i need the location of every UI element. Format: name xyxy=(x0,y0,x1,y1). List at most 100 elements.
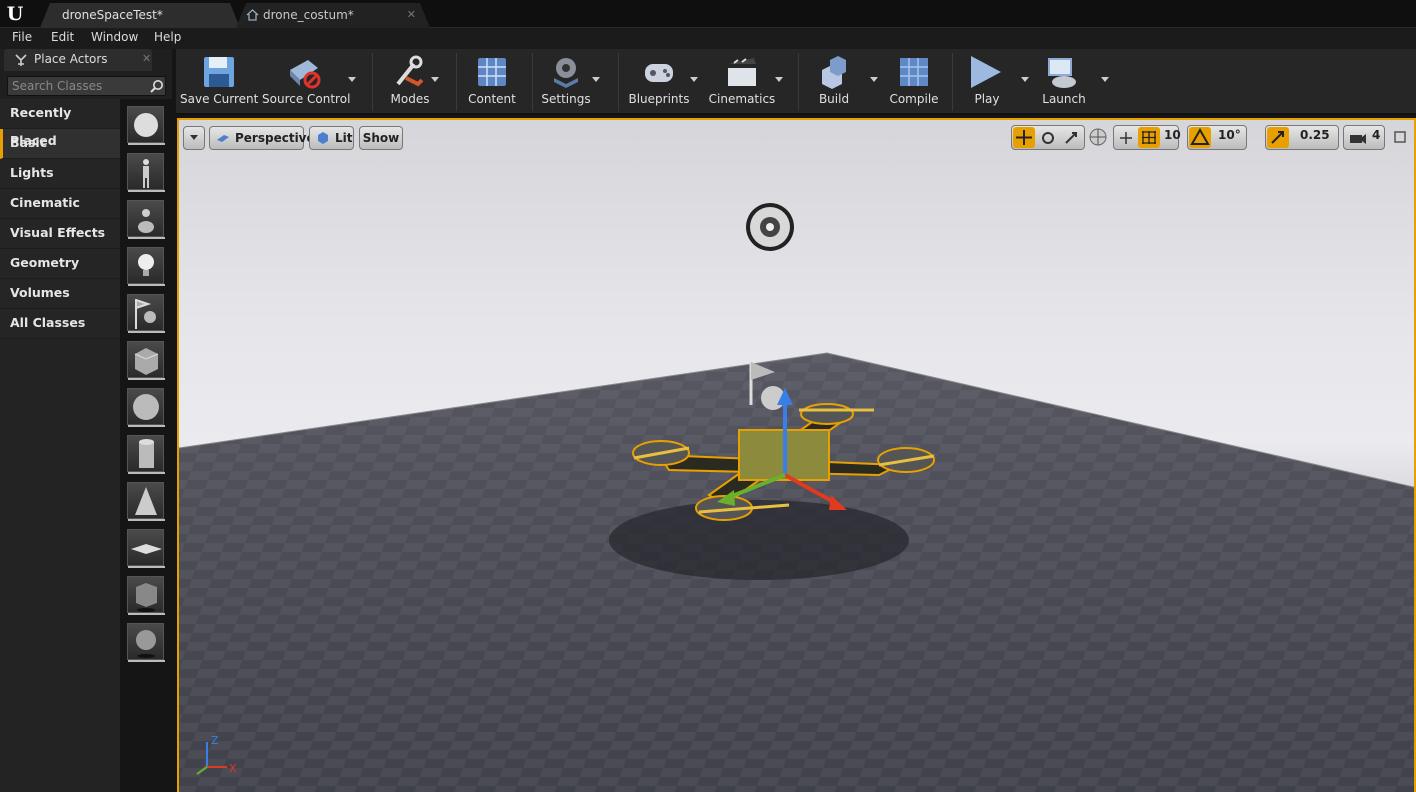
toolbar-separator xyxy=(456,53,457,111)
toolbar-separator xyxy=(372,53,373,111)
category-all-classes[interactable]: All Classes xyxy=(0,309,120,339)
close-icon[interactable]: ✕ xyxy=(407,3,416,27)
sphere-icon[interactable] xyxy=(127,388,165,427)
source-control-button[interactable]: Source Control xyxy=(262,49,350,113)
launch-button[interactable]: Launch xyxy=(1038,49,1090,113)
unreal-editor-window: U droneSpaceTest* drone_costum* ✕ File E… xyxy=(0,0,1416,792)
menu-window[interactable]: Window xyxy=(91,30,138,44)
tab-drone-costum[interactable]: drone_costum* ✕ xyxy=(236,3,430,28)
player-start-icon[interactable] xyxy=(127,294,165,333)
close-icon[interactable]: ✕ xyxy=(142,52,151,65)
save-current-button[interactable]: Save Current xyxy=(180,49,258,113)
actor-thumbnail-column xyxy=(120,99,172,792)
cone-icon[interactable] xyxy=(127,482,165,521)
search-icon[interactable] xyxy=(149,79,164,94)
chevron-down-icon[interactable] xyxy=(592,77,600,83)
cinematics-button[interactable]: Cinematics xyxy=(706,49,778,113)
point-light-icon[interactable] xyxy=(127,247,165,286)
perspective-icon xyxy=(217,135,229,142)
build-icon xyxy=(822,56,846,89)
box-trigger-icon[interactable] xyxy=(127,576,165,615)
main-toolbar: Save Current Source Control Modes Conten… xyxy=(176,49,1416,115)
camera-speed-value[interactable]: 4 xyxy=(1372,128,1380,142)
toolbar-separator xyxy=(618,53,619,111)
compile-icon xyxy=(900,58,928,86)
scale-snap-icon[interactable] xyxy=(1267,127,1289,148)
perspective-button[interactable]: Perspective xyxy=(209,126,315,150)
content-button[interactable]: Content xyxy=(464,49,520,113)
category-volumes[interactable]: Volumes xyxy=(0,279,120,309)
cylinder-icon[interactable] xyxy=(127,435,165,474)
show-button[interactable]: Show xyxy=(359,126,403,150)
category-recently-placed[interactable]: Recently Placed xyxy=(0,99,120,148)
axis-z-label: Z xyxy=(211,734,219,747)
clapperboard-icon xyxy=(728,58,756,86)
launch-icon xyxy=(1048,58,1076,88)
tab-label: drone_costum* xyxy=(263,8,354,22)
save-icon xyxy=(204,57,234,87)
category-lights[interactable]: Lights xyxy=(0,159,120,189)
chevron-down-icon[interactable] xyxy=(431,77,439,83)
lit-cube-icon xyxy=(318,132,328,144)
play-button[interactable]: Play xyxy=(960,49,1014,113)
grid-snap-icon[interactable] xyxy=(1138,127,1160,148)
cube-icon[interactable] xyxy=(127,341,165,380)
chevron-down-icon[interactable] xyxy=(690,77,698,83)
chevron-down-icon xyxy=(190,135,198,140)
scale-mode-icon[interactable] xyxy=(1063,130,1079,146)
chevron-down-icon[interactable] xyxy=(870,77,878,83)
settings-button[interactable]: Settings xyxy=(538,49,594,113)
rotation-snap-group: 10° xyxy=(1187,125,1247,150)
chevron-down-icon[interactable] xyxy=(1021,77,1029,83)
translate-mode-icon[interactable] xyxy=(1013,127,1035,148)
maximize-viewport-icon[interactable] xyxy=(1393,130,1407,144)
rotation-snap-icon[interactable] xyxy=(1189,127,1211,148)
category-basic[interactable]: Basic xyxy=(0,129,120,159)
camera-speed-icon[interactable] xyxy=(1348,130,1366,146)
plane-icon[interactable] xyxy=(127,529,165,568)
category-geometry[interactable]: Geometry xyxy=(0,249,120,279)
viewport-scene[interactable] xyxy=(179,120,1416,792)
unreal-logo-icon[interactable]: U xyxy=(4,3,26,25)
build-button[interactable]: Build xyxy=(806,49,862,113)
compile-button[interactable]: Compile xyxy=(886,49,942,113)
rotate-mode-icon[interactable] xyxy=(1040,130,1056,146)
category-visual-effects[interactable]: Visual Effects xyxy=(0,219,120,249)
tab-dronespacetest[interactable]: droneSpaceTest* xyxy=(40,3,240,28)
place-actors-tab[interactable]: Place Actors ✕ xyxy=(4,49,152,71)
content-browser-icon xyxy=(478,58,506,86)
sky-sphere-icon[interactable] xyxy=(746,203,794,251)
chevron-down-icon[interactable] xyxy=(348,77,356,83)
category-cinematic[interactable]: Cinematic xyxy=(0,189,120,219)
sphere-trigger-icon[interactable] xyxy=(127,623,165,662)
search-input[interactable] xyxy=(12,78,142,94)
menu-edit[interactable]: Edit xyxy=(51,30,74,44)
search-classes-field[interactable] xyxy=(7,76,166,96)
viewport-options-button[interactable] xyxy=(183,126,205,150)
home-icon xyxy=(246,9,259,21)
modes-icon xyxy=(396,55,424,87)
axis-x-label: X xyxy=(229,762,237,775)
play-icon xyxy=(971,56,1001,88)
category-list: Recently Placed Basic Lights Cinematic V… xyxy=(0,99,120,339)
world-local-icon[interactable] xyxy=(1089,128,1107,146)
character-icon[interactable] xyxy=(127,153,165,192)
category-panel-background xyxy=(0,339,120,792)
blueprints-icon xyxy=(645,64,673,82)
blueprints-button[interactable]: Blueprints xyxy=(626,49,692,113)
empty-actor-sphere-icon[interactable] xyxy=(127,106,165,145)
menu-help[interactable]: Help xyxy=(154,30,181,44)
transform-mode-group xyxy=(1011,125,1085,150)
chevron-down-icon[interactable] xyxy=(775,77,783,83)
pawn-icon[interactable] xyxy=(127,200,165,239)
chevron-down-icon[interactable] xyxy=(1101,77,1109,83)
scale-snap-value[interactable]: 0.25 xyxy=(1300,128,1330,142)
toolbar-separator xyxy=(798,53,799,111)
surface-snap-icon[interactable] xyxy=(1118,130,1134,146)
level-viewport[interactable]: Perspective Lit Show 10 10° 0.25 4 Z X xyxy=(177,118,1416,792)
toolbar-separator xyxy=(532,53,533,111)
grid-snap-value[interactable]: 10 xyxy=(1164,128,1181,142)
rotation-snap-value[interactable]: 10° xyxy=(1218,128,1241,142)
menu-file[interactable]: File xyxy=(12,30,32,44)
lit-button[interactable]: Lit xyxy=(309,126,354,150)
